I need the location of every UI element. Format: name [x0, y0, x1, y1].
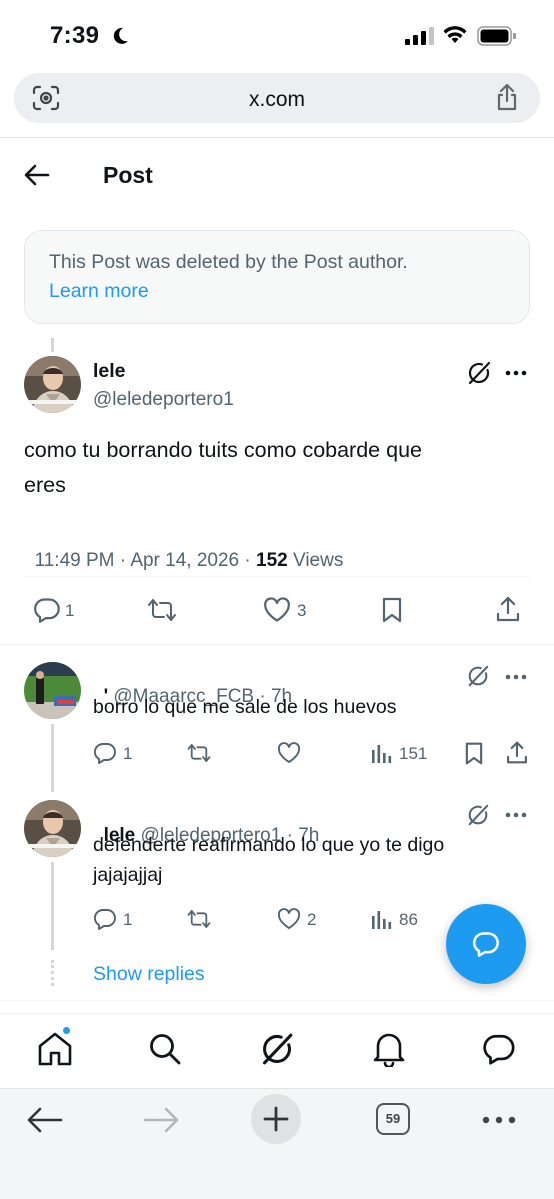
- notification-dot: [61, 1025, 72, 1036]
- views-count: 86: [399, 910, 418, 929]
- browser-forward-icon[interactable]: [143, 1106, 179, 1134]
- grok-icon[interactable]: [466, 664, 490, 688]
- post-metadata: 11:49 PM · Apr 14, 2026 · 152 Views: [24, 528, 344, 572]
- views-icon[interactable]: [371, 908, 393, 930]
- home-icon[interactable]: [37, 1031, 73, 1067]
- browser-more-icon[interactable]: [482, 1116, 516, 1124]
- status-time: 7:39: [50, 22, 100, 49]
- divider: [24, 576, 530, 577]
- tab-count-button[interactable]: 59: [376, 1103, 410, 1135]
- browser-back-icon[interactable]: [27, 1106, 63, 1134]
- like-count: 3: [297, 601, 307, 620]
- reply-text-line-2: jajajajjaj: [93, 864, 163, 886]
- reply-count: 1: [65, 601, 75, 620]
- author-handle[interactable]: @leledeportero1: [93, 389, 234, 411]
- share-icon[interactable]: [495, 83, 519, 111]
- cellular-signal-icon: [405, 27, 435, 45]
- views-label: Views: [287, 550, 344, 571]
- share-button[interactable]: [506, 740, 528, 765]
- new-tab-button[interactable]: [251, 1094, 301, 1144]
- search-icon[interactable]: [148, 1032, 182, 1066]
- divider: [0, 1000, 554, 1001]
- reply-bubble-icon: [471, 930, 501, 958]
- repost-button[interactable]: [146, 596, 178, 624]
- thread-line-dotted: [51, 960, 54, 986]
- post-text-line-2: eres: [24, 473, 66, 497]
- reply-button[interactable]: [33, 596, 61, 624]
- like-count: 2: [307, 910, 317, 929]
- back-arrow-icon[interactable]: [24, 163, 50, 187]
- views-count: 151: [399, 744, 428, 763]
- reply-count: 1: [123, 910, 133, 929]
- grok-icon[interactable]: [466, 803, 490, 827]
- repost-button[interactable]: [186, 907, 212, 931]
- bookmark-button[interactable]: [464, 741, 484, 766]
- page-settings-icon[interactable]: [32, 85, 60, 111]
- reply-text-line-1: defenderte reafirmando lo que yo te digo: [93, 834, 445, 856]
- reply-avatar[interactable]: [24, 800, 81, 857]
- post-text-line-1: como tu borrando tuits como cobarde que: [24, 438, 422, 462]
- reply-count: 1: [123, 744, 133, 763]
- moon-icon: [110, 26, 130, 46]
- thread-line: [51, 724, 54, 792]
- learn-more-link[interactable]: Learn more: [49, 280, 149, 303]
- more-options-icon[interactable]: [505, 812, 527, 818]
- grok-nav-icon[interactable]: [259, 1031, 295, 1067]
- more-options-icon[interactable]: [505, 674, 527, 680]
- messages-icon[interactable]: [481, 1032, 517, 1066]
- like-button[interactable]: [277, 742, 301, 764]
- reply-button[interactable]: [93, 741, 117, 765]
- repost-button[interactable]: [186, 741, 212, 765]
- divider: [0, 644, 554, 645]
- url-text: x.com: [248, 88, 305, 111]
- divider: [0, 1013, 554, 1014]
- show-replies-link[interactable]: Show replies: [93, 963, 205, 986]
- page-title: Post: [103, 162, 153, 188]
- bookmark-button[interactable]: [381, 596, 403, 624]
- thread-line: [51, 862, 54, 950]
- author-name[interactable]: lele: [93, 360, 126, 383]
- notice-text: This Post was deleted by the Post author…: [49, 251, 408, 273]
- deleted-post-notice: This Post was deleted by the Post author…: [24, 230, 530, 324]
- plus-icon: [263, 1106, 289, 1132]
- avatar[interactable]: [24, 356, 81, 413]
- divider: [0, 137, 554, 138]
- share-button[interactable]: [496, 595, 520, 623]
- battery-icon: [477, 26, 517, 46]
- reply-button[interactable]: [93, 907, 117, 931]
- reply-text: borro lo que me sale de los huevos: [93, 696, 397, 718]
- more-options-icon[interactable]: [505, 370, 527, 376]
- grok-icon[interactable]: [466, 360, 492, 386]
- reply-avatar[interactable]: [24, 662, 81, 719]
- browser-toolbar: 59: [0, 1088, 554, 1199]
- views-count: 152: [256, 550, 288, 571]
- thread-line: [51, 338, 54, 352]
- like-button[interactable]: [263, 597, 291, 623]
- address-bar[interactable]: x.com: [14, 73, 540, 123]
- post-timestamp[interactable]: 11:49 PM · Apr 14, 2026 ·: [35, 550, 256, 571]
- compose-reply-button[interactable]: [446, 904, 526, 984]
- like-button[interactable]: [277, 908, 301, 930]
- notifications-icon[interactable]: [372, 1031, 406, 1067]
- wifi-icon: [442, 25, 468, 45]
- views-icon[interactable]: [371, 742, 393, 764]
